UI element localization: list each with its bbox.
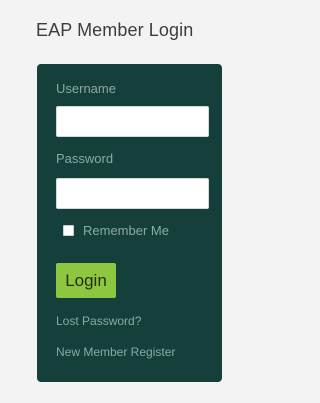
new-member-register-link[interactable]: New Member Register: [56, 345, 175, 359]
username-label: Username: [56, 81, 116, 96]
remember-me-label[interactable]: Remember Me: [83, 223, 169, 238]
login-button[interactable]: Login: [56, 263, 116, 298]
lost-password-link[interactable]: Lost Password?: [56, 314, 141, 328]
username-input[interactable]: [56, 106, 209, 137]
remember-me-checkbox[interactable]: [63, 225, 74, 236]
password-input[interactable]: [56, 178, 209, 209]
password-label: Password: [56, 151, 114, 166]
remember-me-row[interactable]: Remember Me: [63, 223, 169, 238]
widget-title: EAP Member Login: [36, 20, 194, 40]
login-panel: Username Password Remember Me Login Lost…: [37, 64, 222, 382]
